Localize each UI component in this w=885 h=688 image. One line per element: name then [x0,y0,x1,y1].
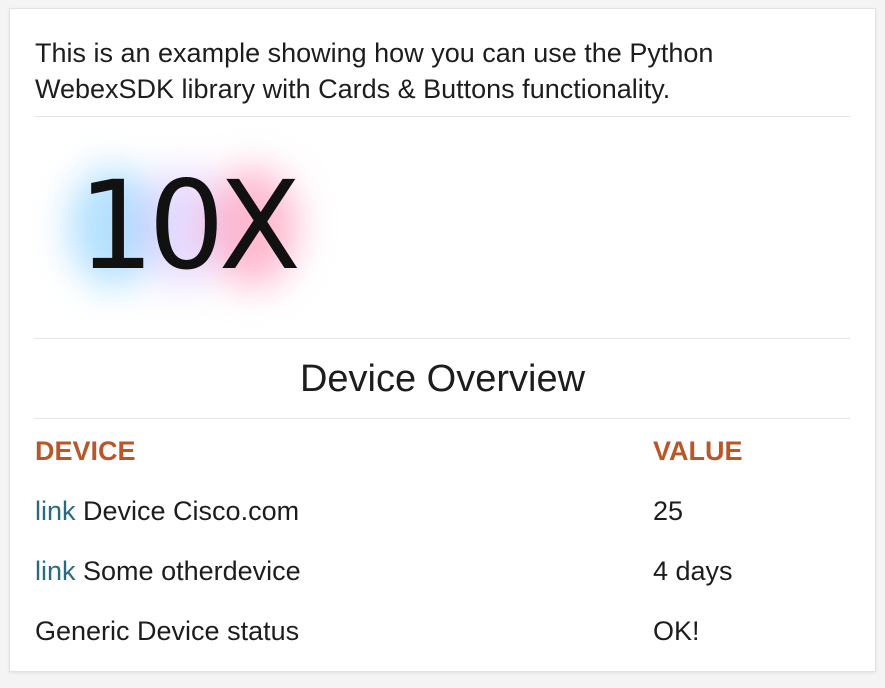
logo-image: 10X [58,137,338,317]
device-name: Device Cisco.com [83,496,300,526]
device-value: 25 [653,496,684,526]
device-name-cell: link Device Cisco.com [35,493,299,529]
device-link[interactable]: link [35,496,76,526]
device-value: 4 days [653,556,733,586]
table-row: link Some otherdevice 4 days [35,553,850,593]
divider [35,338,850,339]
device-name: Some otherdevice [83,556,301,586]
table-row: link Device Cisco.com 25 [35,493,850,533]
adaptive-card: This is an example showing how you can u… [10,9,875,671]
device-link[interactable]: link [35,556,76,586]
device-name-cell: link Some otherdevice [35,553,301,589]
column-header-value: VALUE [653,436,743,466]
section-heading: Device Overview [299,358,586,400]
intro-text: This is an example showing how you can u… [35,38,714,104]
column-header-device: DEVICE [35,436,136,466]
device-value: OK! [653,616,700,646]
divider [35,116,850,117]
divider [35,418,850,419]
device-name: Generic Device status [35,616,300,646]
logo-text: 10X [78,155,301,298]
table-row: Generic Device status OK! [35,613,850,653]
